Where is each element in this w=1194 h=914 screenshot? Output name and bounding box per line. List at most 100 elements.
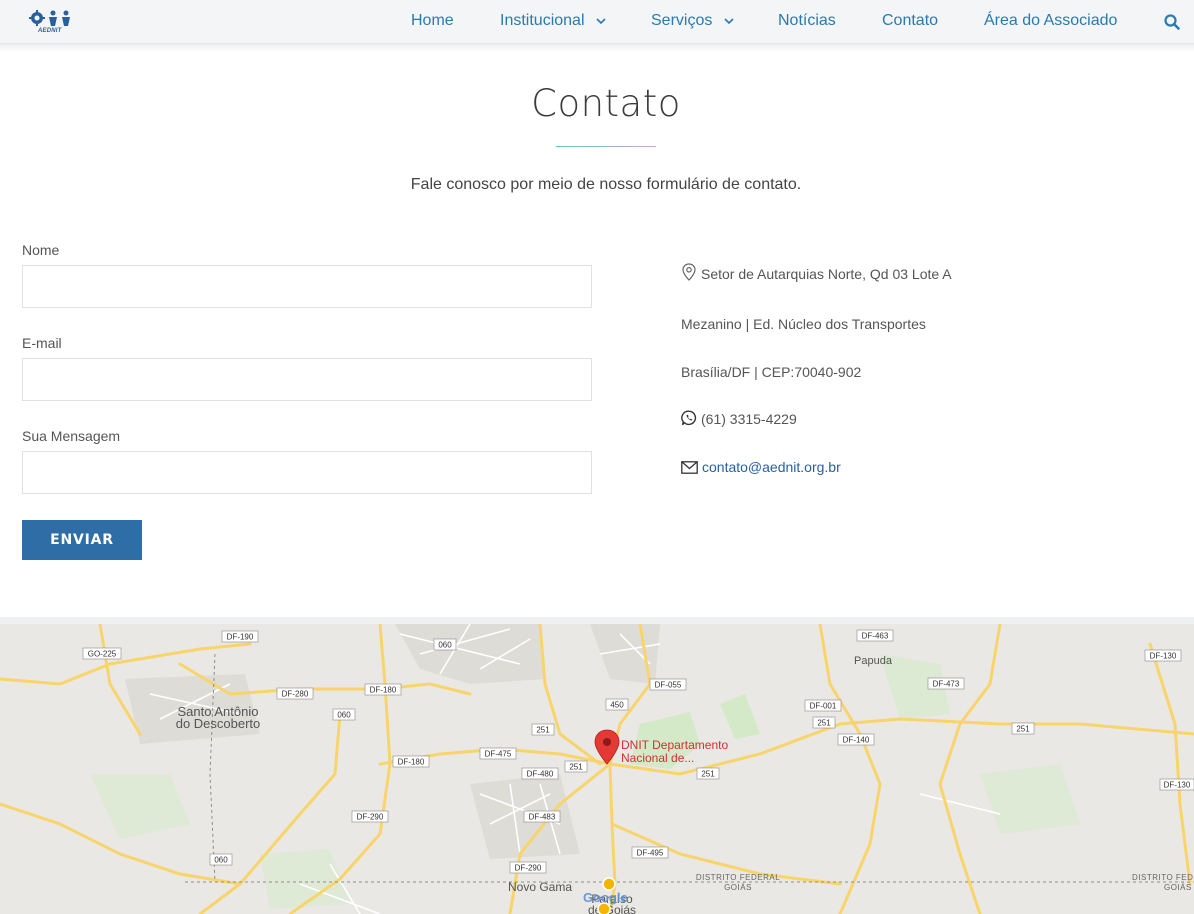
chevron-down-icon bbox=[596, 18, 606, 24]
road-shield: DF-280 bbox=[276, 687, 314, 700]
aednit-logo[interactable]: AEDNIT bbox=[28, 8, 76, 38]
road-shield: DF-475 bbox=[479, 747, 517, 760]
nav-home[interactable]: Home bbox=[411, 12, 454, 30]
whatsapp-icon bbox=[681, 410, 697, 426]
address-line-1: Setor de Autarquias Norte, Qd 03 Lote A bbox=[681, 263, 952, 282]
road-shield-label: DF-463 bbox=[862, 632, 889, 641]
road-shield: DF-495 bbox=[631, 846, 669, 859]
logo-text: AEDNIT bbox=[38, 28, 62, 34]
road-shield: 251 bbox=[564, 760, 588, 773]
road-shield: 060 bbox=[332, 708, 356, 721]
map-pin-icon bbox=[682, 263, 696, 281]
name-field[interactable] bbox=[22, 265, 592, 308]
map-canvas: DF-190 GO-225 060 DF-055 DF-463 DF-130 D… bbox=[0, 624, 1194, 914]
road-shield: 251 bbox=[812, 716, 836, 729]
road-shield: DF-483 bbox=[523, 810, 561, 823]
road-shield-label: GO-225 bbox=[88, 650, 117, 659]
road-shield-label: DF-475 bbox=[485, 750, 512, 759]
chevron-down-icon bbox=[724, 18, 734, 24]
road-shield-label: DF-130 bbox=[1150, 652, 1177, 661]
email-label: E-mail bbox=[22, 335, 62, 351]
road-shield: DF-290 bbox=[509, 861, 547, 874]
nav-institucional-label: Institucional bbox=[500, 12, 585, 29]
map-embed[interactable]: DF-190 GO-225 060 DF-055 DF-463 DF-130 D… bbox=[0, 624, 1194, 914]
nav-contato[interactable]: Contato bbox=[882, 12, 938, 30]
poi-star-icon bbox=[602, 877, 616, 891]
address-line-2: Mezanino | Ed. Núcleo dos Transportes bbox=[681, 316, 926, 332]
road-shield: DF-480 bbox=[521, 767, 559, 780]
road-shield-label: DF-480 bbox=[527, 770, 554, 779]
border-label-go-right: GOIÁS bbox=[1164, 883, 1192, 892]
road-shield-label: 251 bbox=[701, 770, 715, 779]
name-label: Nome bbox=[22, 242, 60, 258]
road-shield-label: DF-180 bbox=[370, 686, 397, 695]
map-pin-icon bbox=[594, 729, 620, 765]
road-shield-label: DF-473 bbox=[933, 680, 960, 689]
road-shield: DF-130 bbox=[1159, 778, 1194, 791]
road-shield: DF-130 bbox=[1144, 649, 1182, 662]
road-shield: DF-055 bbox=[649, 678, 687, 691]
road-shield-label: DF-190 bbox=[227, 633, 254, 642]
road-shield: DF-180 bbox=[364, 683, 402, 696]
nav-servicos-label: Serviços bbox=[651, 12, 713, 29]
road-shield: 251 bbox=[1011, 722, 1035, 735]
border-label-df-right: DISTRITO FEDE bbox=[1132, 873, 1194, 882]
header-shadow bbox=[0, 44, 1194, 52]
road-shield-label: DF-280 bbox=[282, 690, 309, 699]
email-line: contato@aednit.org.br bbox=[681, 459, 841, 475]
road-shield-label: 060 bbox=[438, 641, 452, 650]
nav-area-associado[interactable]: Área do Associado bbox=[984, 12, 1117, 30]
envelope-icon bbox=[681, 461, 698, 474]
marker-label-2: Nacional de... bbox=[621, 751, 694, 765]
search-icon[interactable] bbox=[1163, 13, 1181, 31]
road-shield: 251 bbox=[531, 723, 555, 736]
nav-noticias[interactable]: Notícias bbox=[778, 12, 836, 30]
road-shield-label: 060 bbox=[214, 856, 228, 865]
email-field[interactable] bbox=[22, 358, 592, 401]
road-shield-label: 251 bbox=[1016, 725, 1030, 734]
map-separator bbox=[0, 617, 1194, 624]
road-shield-label: DF-055 bbox=[655, 681, 682, 690]
title-divider bbox=[556, 146, 656, 147]
place-novo-gama: Novo Gama bbox=[508, 880, 572, 894]
road-shield: DF-473 bbox=[927, 677, 965, 690]
address-line-1-text: Setor de Autarquias Norte, Qd 03 Lote A bbox=[701, 266, 952, 282]
road-shield-label: DF-001 bbox=[810, 702, 837, 711]
road-shield-label: 251 bbox=[569, 763, 583, 772]
email-link[interactable]: contato@aednit.org.br bbox=[702, 459, 841, 475]
map-major-roads bbox=[0, 624, 1194, 914]
road-shield: 060 bbox=[433, 638, 457, 651]
road-shield: 060 bbox=[209, 853, 233, 866]
road-shield-label: 251 bbox=[817, 719, 831, 728]
road-shield: DF-290 bbox=[351, 810, 389, 823]
place-santo-antonio-2: do Descoberto bbox=[176, 716, 261, 731]
road-shield-label: 251 bbox=[536, 726, 550, 735]
road-shield-label: DF-495 bbox=[637, 849, 664, 858]
road-shield-label: DF-290 bbox=[515, 864, 542, 873]
border-label-df: DISTRITO FEDERAL bbox=[696, 873, 780, 882]
nav-institucional[interactable]: Institucional bbox=[500, 12, 607, 30]
road-shield-label: DF-130 bbox=[1164, 781, 1191, 790]
nav-servicos[interactable]: Serviços bbox=[651, 12, 735, 30]
marker-label-1: DNIT Departamento bbox=[621, 738, 728, 752]
message-field[interactable] bbox=[22, 451, 592, 494]
border-label-go: GOIÁS bbox=[724, 883, 752, 892]
road-shield: DF-463 bbox=[856, 629, 894, 642]
page-subtitle: Fale conosco por meio de nosso formulári… bbox=[410, 176, 802, 193]
road-shield-label: DF-483 bbox=[529, 813, 556, 822]
page-title: Contato bbox=[531, 82, 681, 125]
phone-line: (61) 3315-4229 bbox=[681, 410, 797, 427]
address-line-3: Brasília/DF | CEP:70040-902 bbox=[681, 364, 862, 380]
road-shield: GO-225 bbox=[82, 647, 122, 660]
road-shield: DF-180 bbox=[392, 755, 430, 768]
send-button[interactable]: ENVIAR bbox=[22, 520, 142, 560]
road-shield-label: 450 bbox=[610, 701, 624, 710]
phone-text: (61) 3315-4229 bbox=[701, 411, 797, 427]
road-shield-label: DF-290 bbox=[357, 813, 384, 822]
road-shield-label: DF-180 bbox=[398, 758, 425, 767]
road-shield: DF-190 bbox=[221, 630, 259, 643]
road-shield-label: 060 bbox=[337, 711, 351, 720]
road-shield: 251 bbox=[696, 767, 720, 780]
road-shield: DF-001 bbox=[804, 699, 842, 712]
site-header: AEDNIT Home Institucional Serviços Notíc… bbox=[0, 0, 1194, 44]
